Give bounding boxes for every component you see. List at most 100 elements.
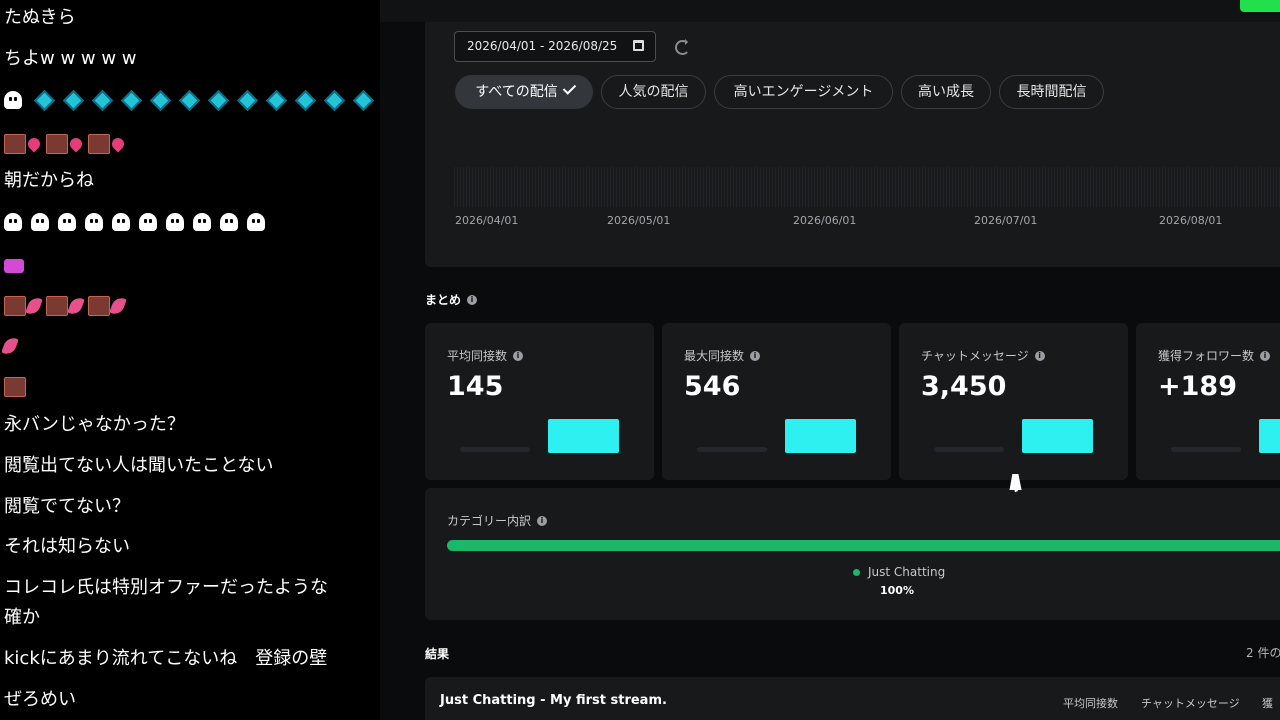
info-icon[interactable]: i: [537, 515, 548, 526]
stat-label-row: 獲得フォロワー数 i: [1158, 347, 1271, 364]
status-indicator[interactable]: [1240, 0, 1280, 12]
diamond-emote-icon: [33, 89, 56, 111]
chip-all-streams[interactable]: すべての配信: [455, 75, 593, 109]
stat-value: 3,450: [921, 371, 1007, 402]
chip-high-engagement[interactable]: 高いエンゲージメント: [714, 75, 893, 109]
face-emote-icon: [46, 296, 68, 316]
sparkline-bar: [785, 419, 856, 453]
ghost-emote-icon: [220, 213, 238, 231]
diamond-emote-icon: [236, 89, 259, 111]
stat-card-followers-gained: 獲得フォロワー数 i +189: [1136, 323, 1280, 480]
ghost-emote-icon: [166, 213, 184, 231]
face-emote-icon: [4, 134, 26, 154]
chip-high-growth[interactable]: 高い成長: [901, 75, 991, 109]
sparkline-track: [460, 447, 530, 452]
chat-message: 朝だからね: [4, 170, 94, 191]
chip-long-streams[interactable]: 長時間配信: [999, 75, 1104, 109]
chat-message: たぬきら: [4, 7, 76, 28]
feather-emote-icon: [67, 295, 85, 317]
fire-emote-icon: [25, 135, 43, 153]
stat-label-row: 最大同接数 i: [684, 347, 761, 364]
diamond-emote-icon: [62, 89, 85, 111]
chip-label: すべての配信: [475, 84, 558, 100]
chat-emote-row: [1, 335, 22, 357]
diamond-emote-icon: [294, 89, 317, 111]
ghost-emote-icon: [4, 213, 22, 231]
fire-emote-icon: [67, 135, 85, 153]
chat-message: 確か: [4, 607, 40, 628]
chat-message: ぜろめい: [4, 689, 76, 710]
feather-emote-icon: [25, 295, 43, 317]
chat-message: 閲覧出てない人は聞いたことない: [4, 455, 274, 476]
stat-label-row: 平均同接数 i: [447, 347, 524, 364]
feather-emote-icon: [1, 335, 19, 357]
info-icon[interactable]: i: [513, 350, 524, 361]
sparkline-track: [697, 447, 767, 452]
category-breakdown-panel: カテゴリー内訳 i Just Chatting 100%: [425, 488, 1280, 620]
info-icon[interactable]: i: [1260, 350, 1271, 361]
ghost-emote-icon: [4, 91, 22, 109]
analytics-dashboard: 2026/04/01 - 2026/08/25 すべての配信 人気の配信 高いエ…: [380, 0, 1280, 720]
chat-emote-row: [4, 134, 130, 154]
chat-emote-row: [4, 213, 274, 231]
chat-message: コレコレ氏は特別オファーだったような: [4, 577, 328, 598]
diamond-emote-icon: [91, 89, 114, 111]
result-title[interactable]: Just Chatting - My first stream.: [440, 693, 667, 708]
category-percent: 100%: [880, 584, 914, 597]
chip-popular-streams[interactable]: 人気の配信: [601, 75, 706, 109]
result-column-header: 獲: [1262, 697, 1273, 710]
result-column-header: 平均同接数: [1063, 697, 1118, 710]
stat-label: 最大同接数: [684, 349, 745, 363]
category-name: Just Chatting: [868, 565, 946, 579]
sparkline-track: [934, 447, 1004, 452]
ghost-emote-icon: [193, 213, 211, 231]
summary-heading: まとめ i: [425, 291, 478, 308]
ghost-emote-icon: [85, 213, 103, 231]
category-heading: カテゴリー内訳 i: [447, 512, 548, 529]
timeline-range-track[interactable]: [454, 167, 1280, 207]
chat-emote-row: [4, 259, 33, 273]
top-bar: [380, 0, 1280, 22]
stat-card-peak-viewers: 最大同接数 i 546: [662, 323, 891, 480]
diamond-emote-icon: [207, 89, 230, 111]
timeline-tick-label: 2026/05/01: [607, 214, 671, 227]
sparkline-bar: [548, 419, 619, 453]
diamond-emote-icon: [178, 89, 201, 111]
info-icon[interactable]: i: [1034, 350, 1045, 361]
stat-label-row: チャットメッセージ i: [921, 347, 1045, 364]
chat-message: ちよw w w w w: [4, 48, 137, 69]
stat-label: 平均同接数: [447, 349, 508, 363]
stat-value: 145: [447, 371, 504, 402]
sparkline-bar: [1022, 419, 1093, 453]
results-title: 結果: [425, 647, 450, 661]
ghost-emote-icon: [139, 213, 157, 231]
stat-card-avg-viewers: 平均同接数 i 145: [425, 323, 654, 480]
chat-message: それは知らない: [4, 536, 130, 557]
category-title: カテゴリー内訳: [447, 514, 532, 528]
stat-value: 546: [684, 371, 741, 402]
info-icon[interactable]: i: [467, 294, 478, 305]
stat-value: +189: [1158, 371, 1237, 402]
result-row[interactable]: Just Chatting - My first stream. 平均同接数 チ…: [425, 677, 1280, 720]
ghost-emote-icon: [58, 213, 76, 231]
timeline-tick-label: 2026/07/01: [974, 214, 1038, 227]
refresh-icon[interactable]: [675, 39, 690, 55]
chat-overlay: たぬきら ちよw w w w w 朝だからね 永バンじゃなかった？ 閲覧出てない…: [0, 0, 380, 720]
legend-dot: [853, 569, 860, 576]
bow-emote-icon: [4, 259, 24, 273]
ghost-emote-icon: [112, 213, 130, 231]
chip-label: 長時間配信: [1016, 84, 1087, 100]
chat-emote-row: [4, 295, 130, 317]
chat-message: 永バンじゃなかった？: [4, 414, 185, 435]
chat-message: 閲覧でてない？: [4, 496, 130, 517]
timeline-tick-label: 2026/04/01: [455, 214, 519, 227]
face-emote-icon: [46, 134, 68, 154]
stat-label: 獲得フォロワー数: [1158, 349, 1255, 363]
diamond-emote-icon: [120, 89, 143, 111]
date-range-picker[interactable]: 2026/04/01 - 2026/08/25: [454, 31, 656, 62]
diamond-emote-icon: [323, 89, 346, 111]
chat-emote-row: [4, 377, 28, 397]
chip-label: 人気の配信: [618, 84, 689, 100]
chat-emote-row: [4, 89, 379, 111]
info-icon[interactable]: i: [750, 350, 761, 361]
